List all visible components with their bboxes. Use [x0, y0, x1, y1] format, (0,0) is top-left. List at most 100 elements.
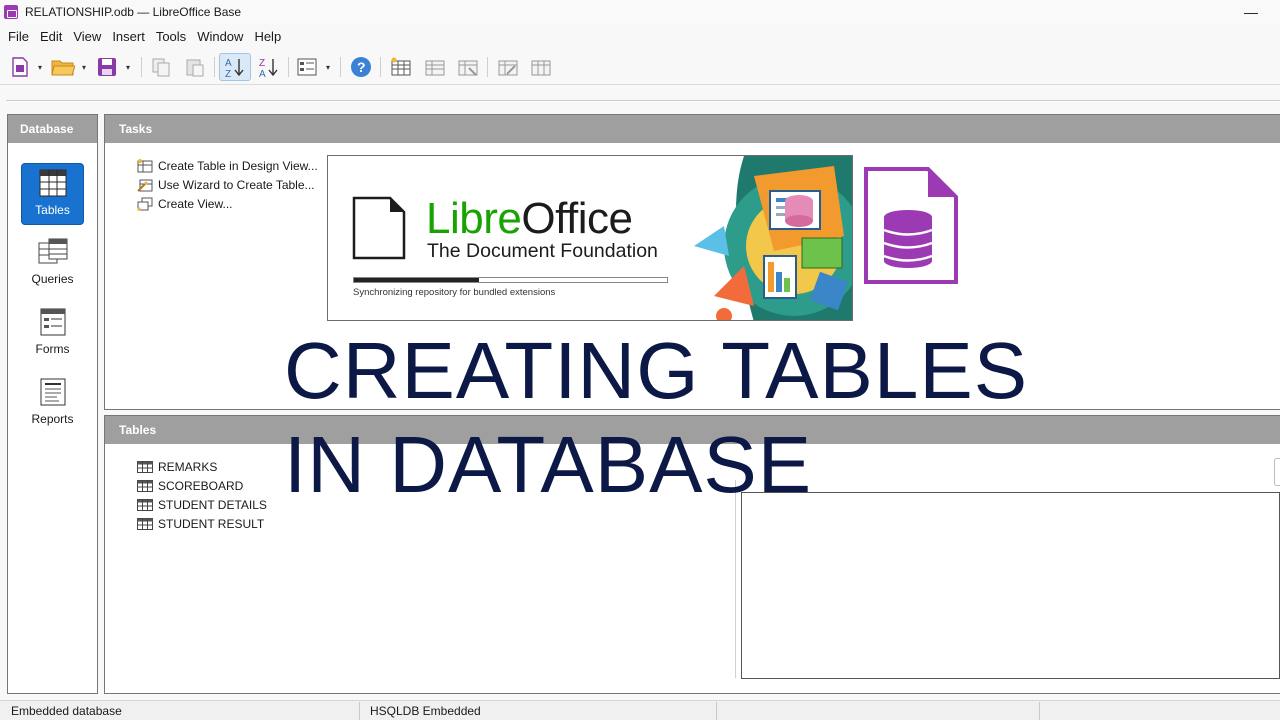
menu-view[interactable]: View — [73, 29, 101, 44]
form-view-icon[interactable] — [293, 53, 321, 81]
table-item-student-result[interactable]: STUDENT RESULT — [137, 515, 264, 533]
svg-text:Z: Z — [259, 58, 265, 69]
svg-text:A: A — [225, 58, 232, 69]
status-divider — [1039, 702, 1040, 720]
database-item-label: Reports — [31, 412, 74, 426]
toolbar-separator — [214, 57, 215, 77]
preview-toggle-button[interactable] — [1274, 458, 1280, 486]
create-view-icon — [137, 197, 153, 211]
libreoffice-document-logo-icon — [352, 196, 406, 260]
status-database-type: Embedded database — [11, 704, 122, 718]
queries-icon — [21, 238, 84, 270]
task-create-view[interactable]: Create View... — [137, 195, 232, 213]
table-item-remarks[interactable]: REMARKS — [137, 458, 217, 476]
title-bar: RELATIONSHIP.odb — LibreOffice Base — — [0, 0, 1280, 24]
database-item-forms[interactable]: Forms — [21, 303, 84, 365]
status-divider — [716, 702, 717, 720]
paste-icon[interactable] — [181, 53, 209, 81]
wizard-icon — [137, 178, 153, 192]
table-icon — [137, 461, 153, 473]
menu-bar: File Edit View Insert Tools Window Help — [0, 25, 284, 47]
database-panel: Database Tables Queries Forms Reports — [7, 114, 98, 694]
rename-table-icon[interactable] — [494, 53, 522, 81]
open-dropdown-icon[interactable]: ▾ — [82, 63, 86, 72]
table-icon — [137, 518, 153, 530]
wordmark-libre: Libre — [426, 194, 522, 243]
task-create-table-design-view[interactable]: Create Table in Design View... — [137, 157, 318, 175]
status-divider — [359, 702, 360, 720]
status-bar: Embedded database HSQLDB Embedded — [0, 700, 1280, 720]
toolbar-separator — [288, 57, 289, 77]
database-item-label: Tables — [35, 203, 70, 217]
toolbar-divider — [6, 100, 1280, 102]
new-table-icon[interactable] — [387, 53, 415, 81]
table-item-label: REMARKS — [158, 460, 218, 474]
preview-splitter[interactable] — [735, 480, 736, 678]
save-icon[interactable] — [93, 53, 121, 81]
database-item-tables[interactable]: Tables — [21, 163, 84, 225]
table-icon — [137, 499, 153, 511]
libreoffice-wordmark: LibreOffice — [426, 194, 633, 244]
status-engine: HSQLDB Embedded — [370, 704, 481, 718]
form-view-dropdown-icon[interactable]: ▾ — [326, 63, 330, 72]
menu-tools[interactable]: Tools — [156, 29, 186, 44]
help-icon-glyph: ? — [357, 59, 366, 75]
task-label: Create View... — [158, 197, 233, 211]
database-panel-header: Database — [8, 115, 97, 143]
menu-help[interactable]: Help — [254, 29, 281, 44]
splash-progress-bar — [353, 277, 668, 283]
table-item-label: STUDENT DETAILS — [158, 498, 267, 512]
edit-table-icon[interactable] — [421, 53, 449, 81]
menu-window[interactable]: Window — [197, 29, 243, 44]
preview-pane — [741, 492, 1280, 679]
svg-text:A: A — [259, 69, 266, 78]
table-icon — [137, 480, 153, 492]
overlay-title-line-2: IN DATABASE — [284, 420, 813, 509]
task-label: Create Table in Design View... — [158, 159, 318, 173]
wordmark-office: Office — [521, 194, 633, 243]
new-dropdown-icon[interactable]: ▾ — [38, 63, 42, 72]
toolbar-separator — [487, 57, 488, 77]
splash-artwork-illustration — [694, 156, 852, 320]
overlay-title-line-1: CREATING TABLES — [284, 326, 1029, 415]
menu-file[interactable]: File — [8, 29, 29, 44]
toolbar-separator — [340, 57, 341, 77]
database-item-queries[interactable]: Queries — [21, 233, 84, 295]
copy-icon[interactable] — [147, 53, 175, 81]
database-item-label: Forms — [35, 342, 70, 356]
new-document-icon[interactable] — [6, 53, 34, 81]
menu-insert[interactable]: Insert — [112, 29, 145, 44]
window-title: RELATIONSHIP.odb — LibreOffice Base — [25, 5, 242, 19]
tasks-panel-header: Tasks — [105, 115, 1280, 143]
libreoffice-base-logo-icon — [864, 167, 958, 284]
table-properties-icon[interactable] — [527, 53, 555, 81]
standard-toolbar: ▾ ▾ ▾ AZ ZA ▾ ? — [0, 49, 1280, 85]
minimize-button[interactable]: — — [1244, 4, 1258, 20]
toolbar-separator — [141, 57, 142, 77]
save-dropdown-icon[interactable]: ▾ — [126, 63, 130, 72]
base-app-icon — [4, 5, 18, 19]
task-use-wizard[interactable]: Use Wizard to Create Table... — [137, 176, 315, 194]
table-item-label: SCOREBOARD — [158, 479, 244, 493]
database-item-label: Queries — [31, 272, 74, 286]
toolbar-separator — [380, 57, 381, 77]
sort-ascending-icon[interactable]: AZ — [219, 53, 251, 81]
splash-progress-fill — [354, 278, 480, 282]
table-item-scoreboard[interactable]: SCOREBOARD — [137, 477, 243, 495]
document-foundation-tagline: The Document Foundation — [427, 240, 658, 262]
tables-icon — [22, 169, 83, 201]
table-item-student-details[interactable]: STUDENT DETAILS — [137, 496, 267, 514]
reports-icon — [21, 378, 84, 410]
menu-edit[interactable]: Edit — [40, 29, 62, 44]
delete-table-icon[interactable] — [454, 53, 482, 81]
table-item-label: STUDENT RESULT — [158, 517, 265, 531]
libreoffice-splash-screen: LibreOffice The Document Foundation Sync… — [327, 155, 853, 321]
sort-descending-icon[interactable]: ZA — [254, 53, 284, 81]
help-icon[interactable]: ? — [347, 53, 375, 81]
open-folder-icon[interactable] — [49, 53, 77, 81]
design-view-icon — [137, 159, 153, 173]
task-label: Use Wizard to Create Table... — [158, 178, 315, 192]
database-item-reports[interactable]: Reports — [21, 373, 84, 435]
forms-icon — [21, 308, 84, 340]
splash-status-text: Synchronizing repository for bundled ext… — [353, 287, 556, 298]
